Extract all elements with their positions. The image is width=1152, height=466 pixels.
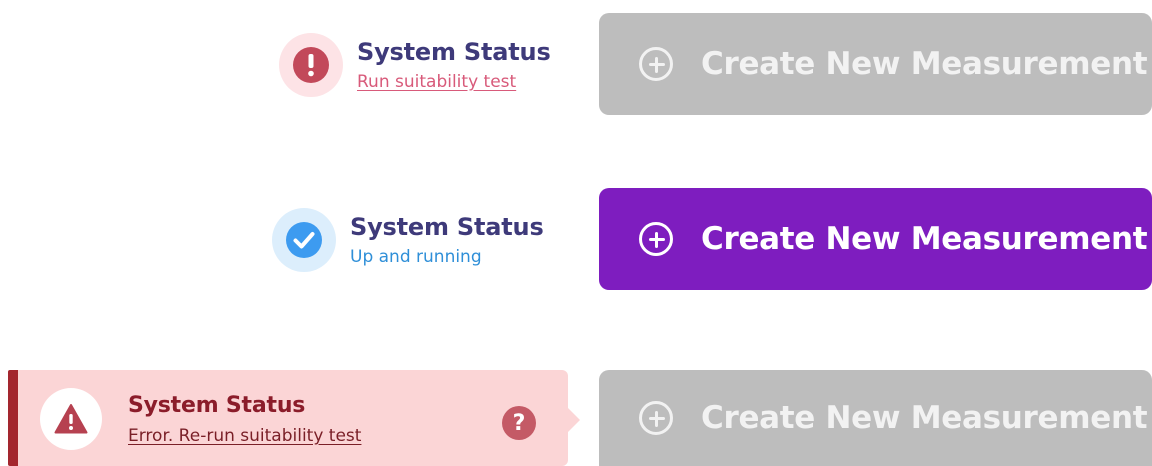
- error-rerun-suitability-link[interactable]: Error. Re-run suitability test: [128, 425, 361, 447]
- system-status-warning: System Status Run suitability test: [279, 33, 551, 97]
- create-button-label: Create New Measurement: [701, 221, 1148, 257]
- status-subtitle: Up and running: [350, 247, 482, 267]
- check-circle-icon: [286, 222, 322, 258]
- status-icon-wrap: [279, 33, 343, 97]
- create-new-measurement-button[interactable]: Create New Measurement: [599, 370, 1152, 466]
- status-icon-wrap: [40, 388, 102, 450]
- system-status-ok: System Status Up and running: [272, 208, 544, 272]
- plus-circle-icon: [639, 222, 673, 256]
- status-text: System Status Up and running: [350, 212, 544, 268]
- status-title: System Status: [357, 38, 551, 66]
- error-status-banner: System Status Error. Re-run suitability …: [8, 370, 580, 466]
- question-circle-icon[interactable]: ?: [502, 406, 536, 440]
- status-text: System Status Error. Re-run suitability …: [128, 391, 361, 447]
- exclamation-circle-icon: [293, 47, 329, 83]
- status-title: System Status: [350, 213, 544, 241]
- create-new-measurement-button[interactable]: Create New Measurement: [599, 188, 1152, 290]
- create-new-measurement-button[interactable]: Create New Measurement: [599, 13, 1152, 115]
- create-button-label: Create New Measurement: [701, 46, 1148, 82]
- system-status-error: System Status Error. Re-run suitability …: [40, 388, 361, 450]
- create-button-label: Create New Measurement: [701, 400, 1148, 436]
- plus-circle-icon: [639, 47, 673, 81]
- plus-circle-icon: [639, 401, 673, 435]
- warning-triangle-icon: [54, 404, 88, 434]
- status-title: System Status: [128, 393, 306, 418]
- status-icon-wrap: [272, 208, 336, 272]
- status-text: System Status Run suitability test: [357, 37, 551, 93]
- run-suitability-test-link[interactable]: Run suitability test: [357, 71, 551, 93]
